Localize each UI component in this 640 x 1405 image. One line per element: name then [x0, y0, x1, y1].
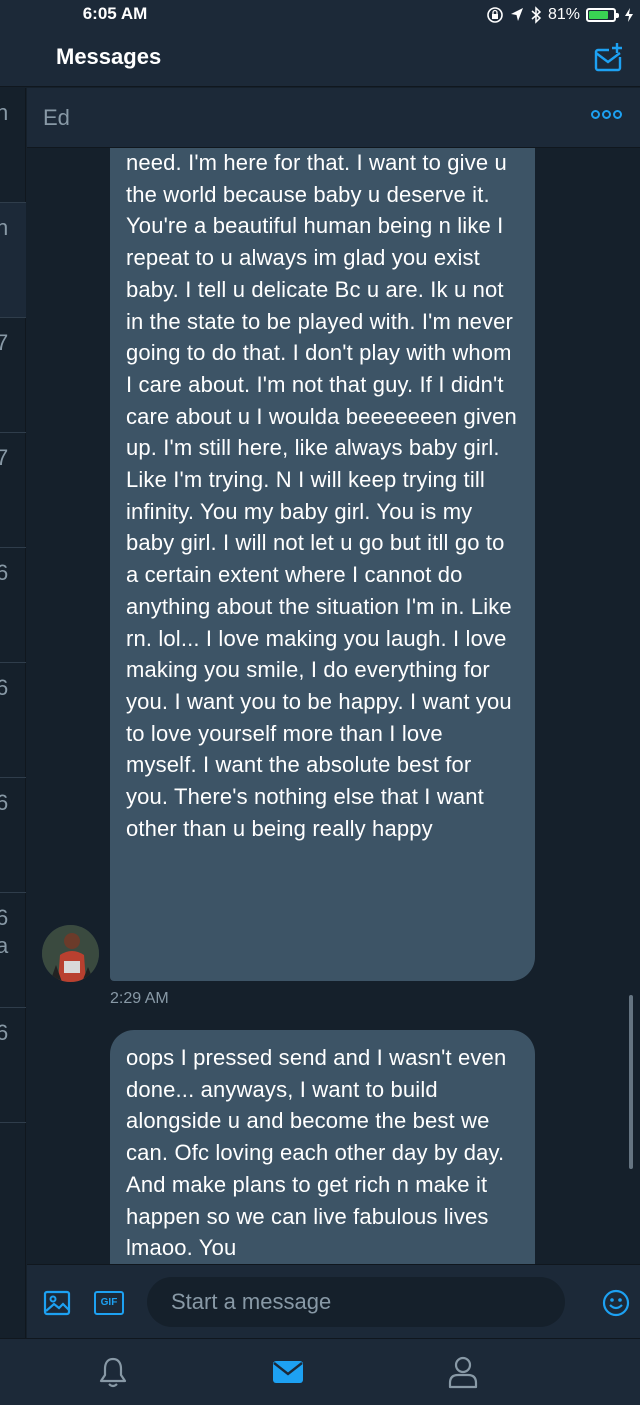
conversation-list-item[interactable]: 6: [0, 1008, 26, 1123]
bluetooth-icon: [531, 6, 542, 24]
message-text: need. I'm here for that. I want to give …: [126, 150, 517, 841]
emoji-icon[interactable]: [602, 1289, 630, 1317]
more-dot: [602, 110, 611, 119]
message-composer: GIF: [27, 1264, 640, 1338]
battery-icon: [586, 8, 619, 22]
more-options-icon[interactable]: [591, 110, 622, 119]
screen-lock-icon: [487, 7, 503, 23]
more-dot: [591, 110, 600, 119]
conversation-list-item[interactable]: n: [0, 88, 26, 203]
more-dot: [613, 110, 622, 119]
scrollbar[interactable]: [629, 995, 633, 1169]
list-item-fragment: 7: [0, 330, 9, 355]
profile-person-icon[interactable]: [446, 1355, 480, 1389]
conversation-header: Ed: [27, 88, 640, 148]
status-bar: 6:05 AM 81%: [0, 0, 640, 30]
message-text: oops I pressed send and I wasn't even do…: [126, 1045, 507, 1261]
list-item-fragment: 6: [0, 905, 9, 930]
list-item-fragment: n: [0, 100, 9, 125]
messages-header: Messages: [0, 30, 640, 87]
conversation-panel: need. I'm here for that. I want to give …: [27, 88, 640, 1338]
list-item-fragment: a: [0, 933, 9, 958]
gif-button[interactable]: GIF: [94, 1291, 124, 1315]
list-item-fragment: 6: [0, 560, 9, 585]
avatar-photo: [42, 925, 99, 982]
list-item-fragment: n: [0, 215, 9, 240]
message-timestamp: 2:29 AM: [110, 990, 169, 1007]
avatar[interactable]: [42, 925, 99, 982]
conversation-list-item[interactable]: 6 a: [0, 893, 26, 1008]
status-indicators: 81%: [486, 4, 634, 26]
list-item-fragment: 6: [0, 675, 9, 700]
conversation-list-item[interactable]: 6: [0, 663, 26, 778]
conversation-name: Ed: [43, 105, 70, 130]
list-item-fragment: 6: [0, 1020, 9, 1045]
bottom-tab-bar: [0, 1338, 640, 1405]
conversation-list-item[interactable]: 7: [0, 318, 26, 433]
page-title: Messages: [56, 44, 162, 69]
location-arrow-icon: [510, 8, 523, 21]
conversation-list-item[interactable]: 6: [0, 778, 26, 893]
received-message-bubble[interactable]: oops I pressed send and I wasn't even do…: [110, 1030, 535, 1290]
battery-level-fill: [589, 11, 609, 19]
conversation-list: n n 7 7 6 6 6 6 a 6: [0, 88, 26, 1338]
charging-icon: [625, 8, 633, 22]
notifications-bell-icon[interactable]: [96, 1355, 130, 1389]
received-message-bubble[interactable]: need. I'm here for that. I want to give …: [110, 88, 535, 981]
messages-envelope-icon[interactable]: [271, 1355, 305, 1389]
conversation-list-item[interactable]: 6: [0, 548, 26, 663]
message-input[interactable]: [147, 1277, 565, 1327]
compose-message-icon[interactable]: [592, 40, 626, 74]
status-time: 6:05 AM: [82, 4, 148, 23]
image-icon[interactable]: [43, 1289, 71, 1317]
conversation-list-item[interactable]: n: [0, 203, 26, 318]
list-item-fragment: 6: [0, 790, 9, 815]
list-item-fragment: 7: [0, 445, 9, 470]
conversation-list-item[interactable]: 7: [0, 433, 26, 548]
battery-percentage: 81%: [547, 6, 580, 23]
